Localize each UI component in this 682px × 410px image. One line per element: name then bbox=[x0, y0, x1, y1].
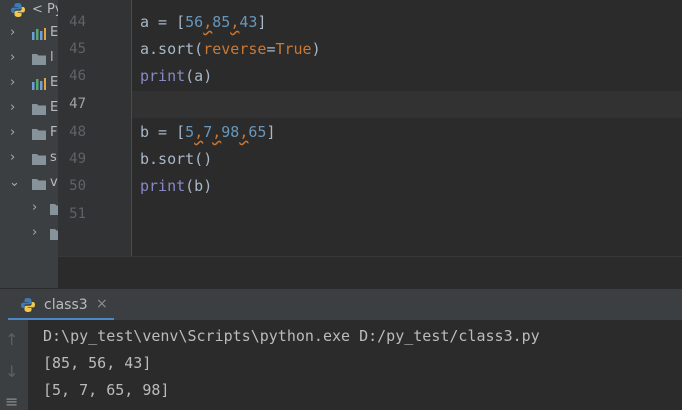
number-literal: 43 bbox=[239, 13, 258, 31]
chevron-right-icon[interactable]: › bbox=[32, 225, 37, 240]
folder-icon bbox=[32, 179, 46, 190]
tree-item-label: E bbox=[50, 100, 58, 115]
tree-item[interactable]: ⌄ v bbox=[0, 171, 58, 195]
keyword-argument: reverse bbox=[203, 40, 267, 58]
code-line-46[interactable]: print(a) bbox=[140, 63, 212, 90]
code-text: ] bbox=[266, 123, 276, 141]
chevron-right-icon[interactable]: › bbox=[10, 125, 15, 140]
comma-warning: , bbox=[194, 123, 204, 141]
tree-item[interactable]: › bbox=[0, 196, 58, 220]
current-line-highlight bbox=[132, 91, 682, 118]
line-number: 50 bbox=[69, 178, 86, 194]
code-text: a = [ bbox=[140, 13, 186, 31]
folder-icon bbox=[32, 154, 46, 165]
line-number: 48 bbox=[69, 124, 86, 140]
chart-icon bbox=[32, 78, 46, 90]
scroll-up-icon[interactable]: ↑ bbox=[5, 330, 18, 349]
ide-window: < Py › E › l › E › E › F › bbox=[0, 0, 682, 410]
tree-item[interactable]: › E bbox=[0, 96, 58, 120]
editor-bottom-area bbox=[58, 256, 682, 289]
chart-icon bbox=[32, 28, 46, 40]
line-number: 49 bbox=[69, 151, 86, 167]
chevron-right-icon[interactable]: › bbox=[10, 150, 15, 165]
python-icon bbox=[21, 298, 35, 312]
tree-item[interactable]: › s bbox=[0, 146, 58, 170]
line-number: 51 bbox=[69, 206, 86, 222]
chevron-right-icon[interactable]: › bbox=[10, 50, 15, 65]
chevron-right-icon[interactable]: › bbox=[32, 200, 37, 215]
code-text: b.sort() bbox=[140, 150, 213, 168]
code-text: (b) bbox=[185, 177, 213, 195]
soft-wrap-icon[interactable]: ≡ bbox=[5, 392, 18, 410]
run-toolwindow-header: class3 × bbox=[0, 288, 682, 321]
tree-item[interactable]: › E bbox=[0, 71, 58, 95]
close-icon[interactable]: × bbox=[96, 296, 108, 312]
line-number-current: 47 bbox=[69, 96, 86, 112]
chevron-down-icon[interactable]: ⌄ bbox=[9, 175, 20, 190]
folder-icon bbox=[32, 104, 46, 115]
tree-item-label: E bbox=[50, 25, 58, 40]
number-literal: 65 bbox=[248, 123, 267, 141]
tree-item[interactable]: › bbox=[0, 221, 58, 245]
console-line: [5, 7, 65, 98] bbox=[43, 381, 170, 399]
line-number: 46 bbox=[69, 68, 86, 84]
number-literal: 7 bbox=[203, 123, 213, 141]
console-line: [85, 56, 43] bbox=[43, 354, 152, 372]
code-line-48[interactable]: b = [5,7,98,65] bbox=[140, 119, 275, 146]
console-output[interactable]: D:\py_test\venv\Scripts\python.exe D:/py… bbox=[28, 320, 682, 410]
project-title[interactable]: < Py bbox=[32, 2, 58, 17]
chevron-right-icon[interactable]: › bbox=[10, 75, 15, 90]
tree-item[interactable]: › F bbox=[0, 121, 58, 145]
folder-icon bbox=[32, 129, 46, 140]
code-line-44[interactable]: a = [56,85,43] bbox=[140, 9, 266, 36]
number-literal: 85 bbox=[212, 13, 231, 31]
tree-item-label: s bbox=[50, 150, 57, 165]
python-icon bbox=[11, 3, 25, 17]
number-literal: 56 bbox=[185, 13, 204, 31]
tree-item-label: F bbox=[50, 125, 58, 140]
run-tab-label[interactable]: class3 bbox=[44, 297, 88, 313]
comma-warning: , bbox=[212, 123, 222, 141]
number-literal: 5 bbox=[185, 123, 195, 141]
code-text: b = [ bbox=[140, 123, 186, 141]
comma-warning: , bbox=[230, 13, 240, 31]
keyword-literal: True bbox=[275, 40, 312, 58]
code-text: a.sort( bbox=[140, 40, 204, 58]
project-sidebar: < Py › E › l › E › E › F › bbox=[0, 0, 58, 288]
builtin-function: print bbox=[140, 67, 186, 85]
code-line-50[interactable]: print(b) bbox=[140, 173, 212, 200]
tree-item-label: l bbox=[50, 50, 54, 65]
chevron-right-icon[interactable]: › bbox=[10, 100, 15, 115]
console-toolbar: ↑ ↓ ≡ bbox=[0, 320, 29, 410]
tree-item-label: E bbox=[50, 75, 58, 90]
code-text: (a) bbox=[185, 67, 213, 85]
code-editor[interactable]: 44 45 46 47 48 49 50 51 a = [56,85,43] a… bbox=[58, 0, 682, 256]
tree-item-label: v bbox=[50, 175, 58, 190]
chevron-right-icon[interactable]: › bbox=[10, 25, 15, 40]
number-literal: 98 bbox=[221, 123, 240, 141]
code-text: ) bbox=[311, 40, 321, 58]
code-line-49[interactable]: b.sort() bbox=[140, 146, 212, 173]
code-line-45[interactable]: a.sort(reverse=True) bbox=[140, 36, 321, 63]
comma-warning: , bbox=[203, 13, 213, 31]
builtin-function: print bbox=[140, 177, 186, 195]
tree-item[interactable]: › l bbox=[0, 46, 58, 70]
scroll-down-icon[interactable]: ↓ bbox=[5, 362, 18, 381]
line-number: 44 bbox=[69, 14, 86, 30]
folder-icon bbox=[50, 204, 58, 215]
code-text: ] bbox=[257, 13, 267, 31]
folder-icon bbox=[50, 229, 58, 240]
folder-icon bbox=[32, 54, 46, 65]
tree-item[interactable]: › E bbox=[0, 21, 58, 45]
project-header[interactable]: < Py bbox=[0, 0, 58, 20]
line-number-gutter: 44 45 46 47 48 49 50 51 bbox=[58, 0, 132, 256]
line-number: 45 bbox=[69, 41, 86, 57]
console-line: D:\py_test\venv\Scripts\python.exe D:/py… bbox=[43, 327, 540, 345]
